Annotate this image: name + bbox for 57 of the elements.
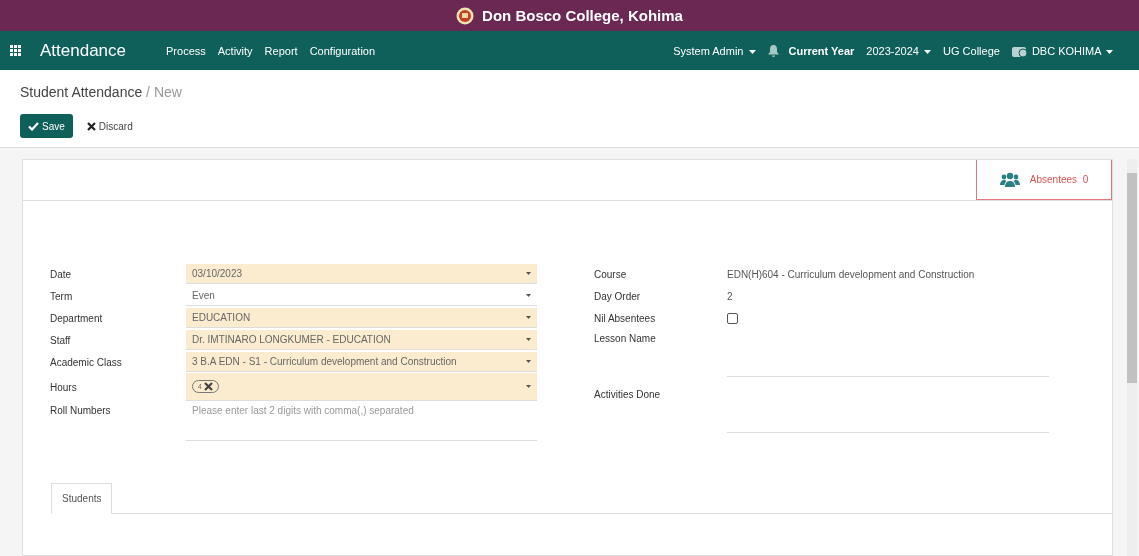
select-field[interactable]: Even [186, 286, 537, 306]
menu-item[interactable]: Report [264, 44, 298, 57]
menu-item[interactable]: Configuration [309, 44, 376, 57]
field-label: Date [50, 268, 73, 280]
caret-icon [526, 272, 531, 275]
select-field[interactable]: 03/10/2023 [186, 264, 537, 284]
caret-icon [924, 49, 931, 54]
menu-item[interactable]: Process [166, 44, 206, 57]
caret-icon [526, 360, 531, 363]
company-icon [1011, 44, 1028, 57]
select-field[interactable]: Dr. IMTINARO LONGKUMER - EDUCATION [186, 330, 537, 350]
bell-icon[interactable] [767, 44, 779, 57]
scrollbar[interactable] [1127, 159, 1137, 556]
caret-icon [526, 385, 531, 388]
college-name: Don Bosco College, Kohima [482, 7, 683, 24]
select-field[interactable]: EDUCATION [186, 308, 537, 328]
breadcrumb-separator: / [145, 84, 151, 100]
year-dropdown[interactable]: 2023-2024 [866, 44, 931, 57]
caret-icon [748, 49, 756, 54]
field-label: Course [594, 268, 628, 280]
field-label: Hours [50, 381, 78, 393]
caret-icon [526, 294, 531, 297]
caret-icon [526, 316, 531, 319]
company-switcher[interactable]: DBC KOHIMA [1031, 44, 1113, 57]
menu-item[interactable]: Activity [217, 44, 253, 57]
checkbox[interactable] [727, 312, 738, 324]
caret-icon [526, 338, 531, 341]
apps-menu-icon[interactable] [10, 44, 22, 57]
field-label: Nil Absentees [594, 312, 657, 324]
select-field[interactable]: 3 B.A EDN - S1 - Curriculum development and Construction [186, 352, 537, 372]
field-label: Activities Done [594, 389, 662, 400]
field-value: 2 [727, 290, 733, 302]
current-year-label: Current Year [788, 44, 855, 57]
roll-numbers-field[interactable]: Please enter last 2 digits with comma(,) separated [186, 405, 537, 441]
app-name[interactable]: Attendance [40, 40, 126, 61]
user-menu[interactable]: System Admin [673, 44, 756, 57]
check-icon [28, 121, 39, 131]
field-label: Day Order [594, 290, 642, 302]
discard-button[interactable]: Discard [80, 114, 139, 138]
college-logo-icon [456, 6, 475, 25]
tab[interactable]: Students [51, 483, 113, 514]
remove-icon[interactable] [203, 382, 213, 391]
field-label: Roll Numbers [50, 405, 112, 416]
users-icon [999, 171, 1020, 188]
caret-icon [1106, 49, 1113, 54]
field-value: EDN(H)604 - Curriculum development and Construction [727, 268, 975, 280]
breadcrumb-current: New [153, 84, 182, 100]
breadcrumb-parent[interactable]: Student Attendance [20, 84, 143, 100]
field-label: Term [50, 290, 74, 302]
save-button[interactable]: Save [20, 114, 73, 138]
field-label: Academic Class [50, 356, 123, 368]
field-label: Department [50, 312, 104, 324]
field-label: Lesson Name [594, 333, 657, 344]
field-label: Staff [50, 334, 72, 346]
absentees-button[interactable]: Absentees 0 [976, 160, 1112, 200]
college-switcher[interactable]: UG College [943, 44, 1000, 57]
close-icon [86, 121, 96, 131]
